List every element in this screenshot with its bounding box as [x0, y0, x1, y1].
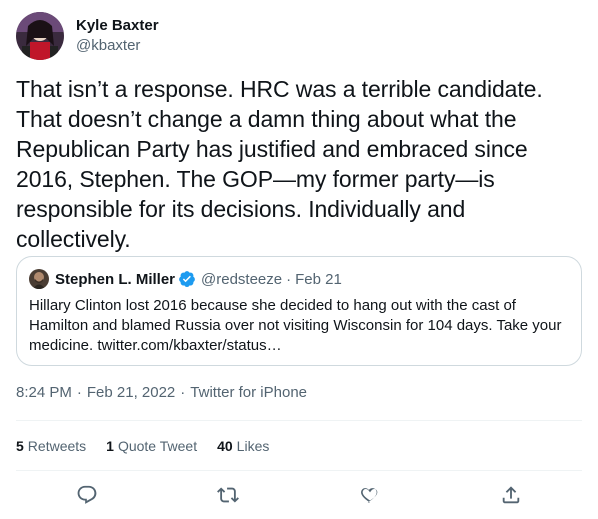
quoted-handle: @redsteeze	[201, 270, 283, 288]
retweets-label: Retweets	[27, 438, 87, 454]
retweets-stat[interactable]: 5 Retweets	[16, 436, 86, 456]
like-button[interactable]	[353, 478, 387, 512]
author-display-name[interactable]: Kyle Baxter	[76, 16, 159, 36]
verified-icon	[178, 270, 196, 288]
likes-label: Likes	[236, 438, 270, 454]
quoted-avatar	[29, 269, 49, 289]
quoted-avatar-icon	[29, 269, 49, 289]
like-icon	[360, 488, 378, 503]
share-button[interactable]	[494, 478, 528, 512]
quoted-tweet-text: Hillary Clinton lost 2016 because she de…	[29, 297, 562, 354]
tweet-time[interactable]: 8:24 PM	[16, 383, 72, 403]
share-icon	[503, 486, 520, 504]
quote-tweets-label: Quote Tweet	[117, 438, 198, 454]
quoted-tweet[interactable]: Stephen L. Miller @redsteeze · Feb 21 Hi…	[16, 256, 582, 366]
tweet-header: Kyle Baxter @kbaxter	[16, 12, 159, 60]
reply-button[interactable]	[70, 478, 104, 512]
retweet-button[interactable]	[211, 478, 245, 512]
quote-tweets-count: 1	[106, 438, 114, 454]
quoted-separator: ·	[286, 270, 292, 288]
likes-stat[interactable]: 40 Likes	[217, 436, 269, 456]
tweet-actions	[16, 478, 582, 512]
quoted-tweet-header: Stephen L. Miller @redsteeze · Feb 21	[29, 269, 569, 289]
retweets-count: 5	[16, 438, 24, 454]
tweet-meta: 8:24 PM · Feb 21, 2022 · Twitter for iPh…	[16, 383, 307, 403]
quoted-display-name: Stephen L. Miller	[55, 270, 176, 288]
avatar-icon	[16, 12, 64, 60]
author-handle[interactable]: @kbaxter	[76, 36, 159, 56]
divider	[16, 470, 582, 471]
meta-separator: ·	[76, 384, 82, 401]
likes-count: 40	[217, 438, 233, 454]
divider	[16, 420, 582, 421]
avatar[interactable]	[16, 12, 64, 60]
tweet-date[interactable]: Feb 21, 2022	[87, 383, 175, 403]
author-names: Kyle Baxter @kbaxter	[76, 16, 159, 56]
reply-icon	[77, 485, 97, 504]
quoted-date: Feb 21	[295, 270, 342, 288]
retweet-icon	[217, 487, 240, 503]
tweet-text: That isn’t a response. HRC was a terribl…	[16, 76, 543, 252]
tweet-source[interactable]: Twitter for iPhone	[190, 383, 307, 403]
tweet-stats: 5 Retweets 1 Quote Tweet 40 Likes	[16, 436, 289, 456]
quote-tweets-stat[interactable]: 1 Quote Tweet	[106, 436, 197, 456]
meta-separator: ·	[180, 384, 186, 401]
